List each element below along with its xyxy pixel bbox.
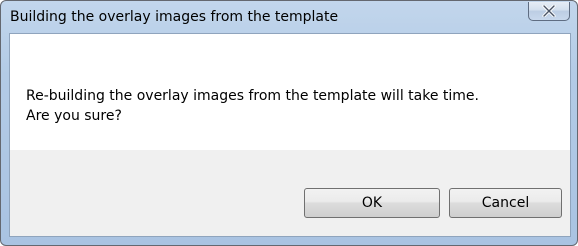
button-area: OK Cancel: [10, 150, 570, 236]
message-line-2: Are you sure?: [26, 108, 122, 124]
message-line-1: Re-building the overlay images from the …: [26, 88, 479, 104]
cancel-button[interactable]: Cancel: [449, 188, 562, 218]
dialog-title: Building the overlay images from the tem…: [10, 9, 339, 25]
dialog-message: Re-building the overlay images from the …: [26, 86, 556, 126]
dialog-window: Building the overlay images from the tem…: [0, 0, 578, 246]
dialog-content: Re-building the overlay images from the …: [9, 33, 571, 237]
ok-button[interactable]: OK: [304, 188, 440, 218]
close-button[interactable]: [528, 2, 570, 21]
close-icon: [542, 5, 556, 17]
title-bar: Building the overlay images from the tem…: [1, 1, 577, 33]
